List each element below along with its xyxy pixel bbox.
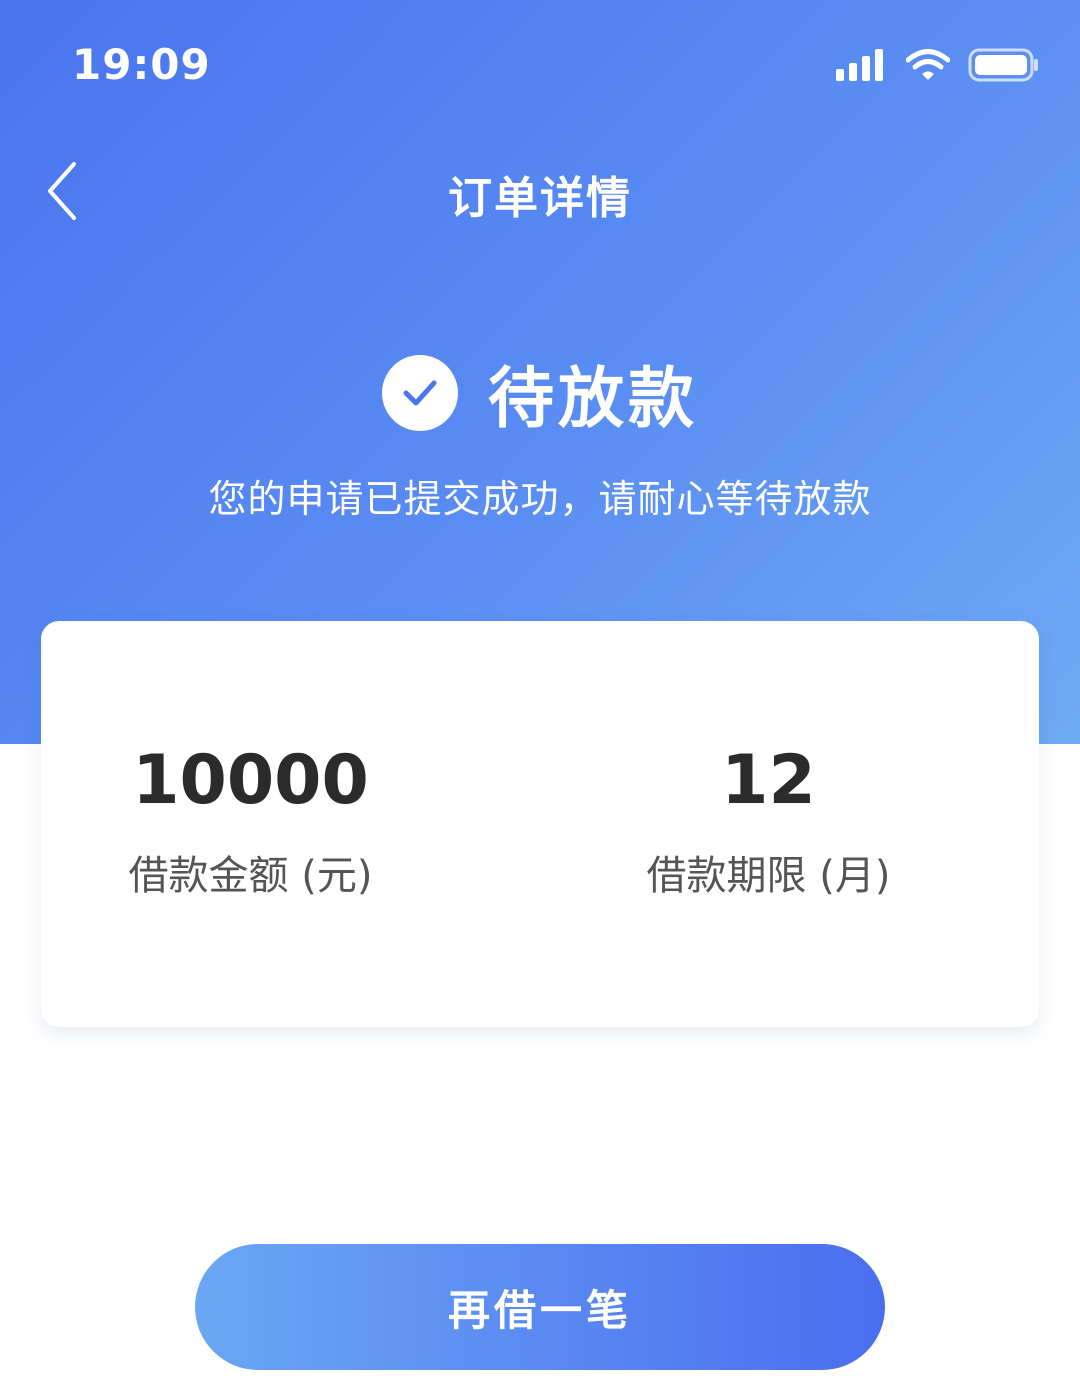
loan-summary-card: 10000 借款金额 (元) 12 借款期限 (月) [41, 621, 1039, 1027]
order-status: 待放款 [0, 345, 1080, 441]
borrow-again-button[interactable]: 再借一笔 [195, 1244, 885, 1370]
page-title: 订单详情 [448, 173, 632, 224]
status-icons [836, 48, 1040, 82]
wifi-icon [906, 49, 950, 80]
loan-amount-stat: 10000 借款金额 (元) [1, 741, 500, 901]
loan-term-label: 借款期限 (月) [646, 853, 891, 899]
status-bar: 19:09 [0, 0, 1080, 130]
status-time: 19:09 [72, 40, 211, 89]
signal-icon [836, 49, 883, 81]
navigation-bar: 订单详情 [0, 140, 1080, 240]
status-title: 待放款 [488, 360, 698, 437]
status-subtitle: 您的申请已提交成功，请耐心等待放款 [208, 477, 872, 521]
loan-term-value: 12 [721, 741, 816, 820]
loan-term-stat: 12 借款期限 (月) [519, 741, 1018, 901]
battery-icon [968, 48, 1038, 82]
check-circle-icon [382, 355, 458, 431]
loan-amount-value: 10000 [132, 741, 369, 820]
loan-amount-label: 借款金额 (元) [128, 853, 373, 899]
